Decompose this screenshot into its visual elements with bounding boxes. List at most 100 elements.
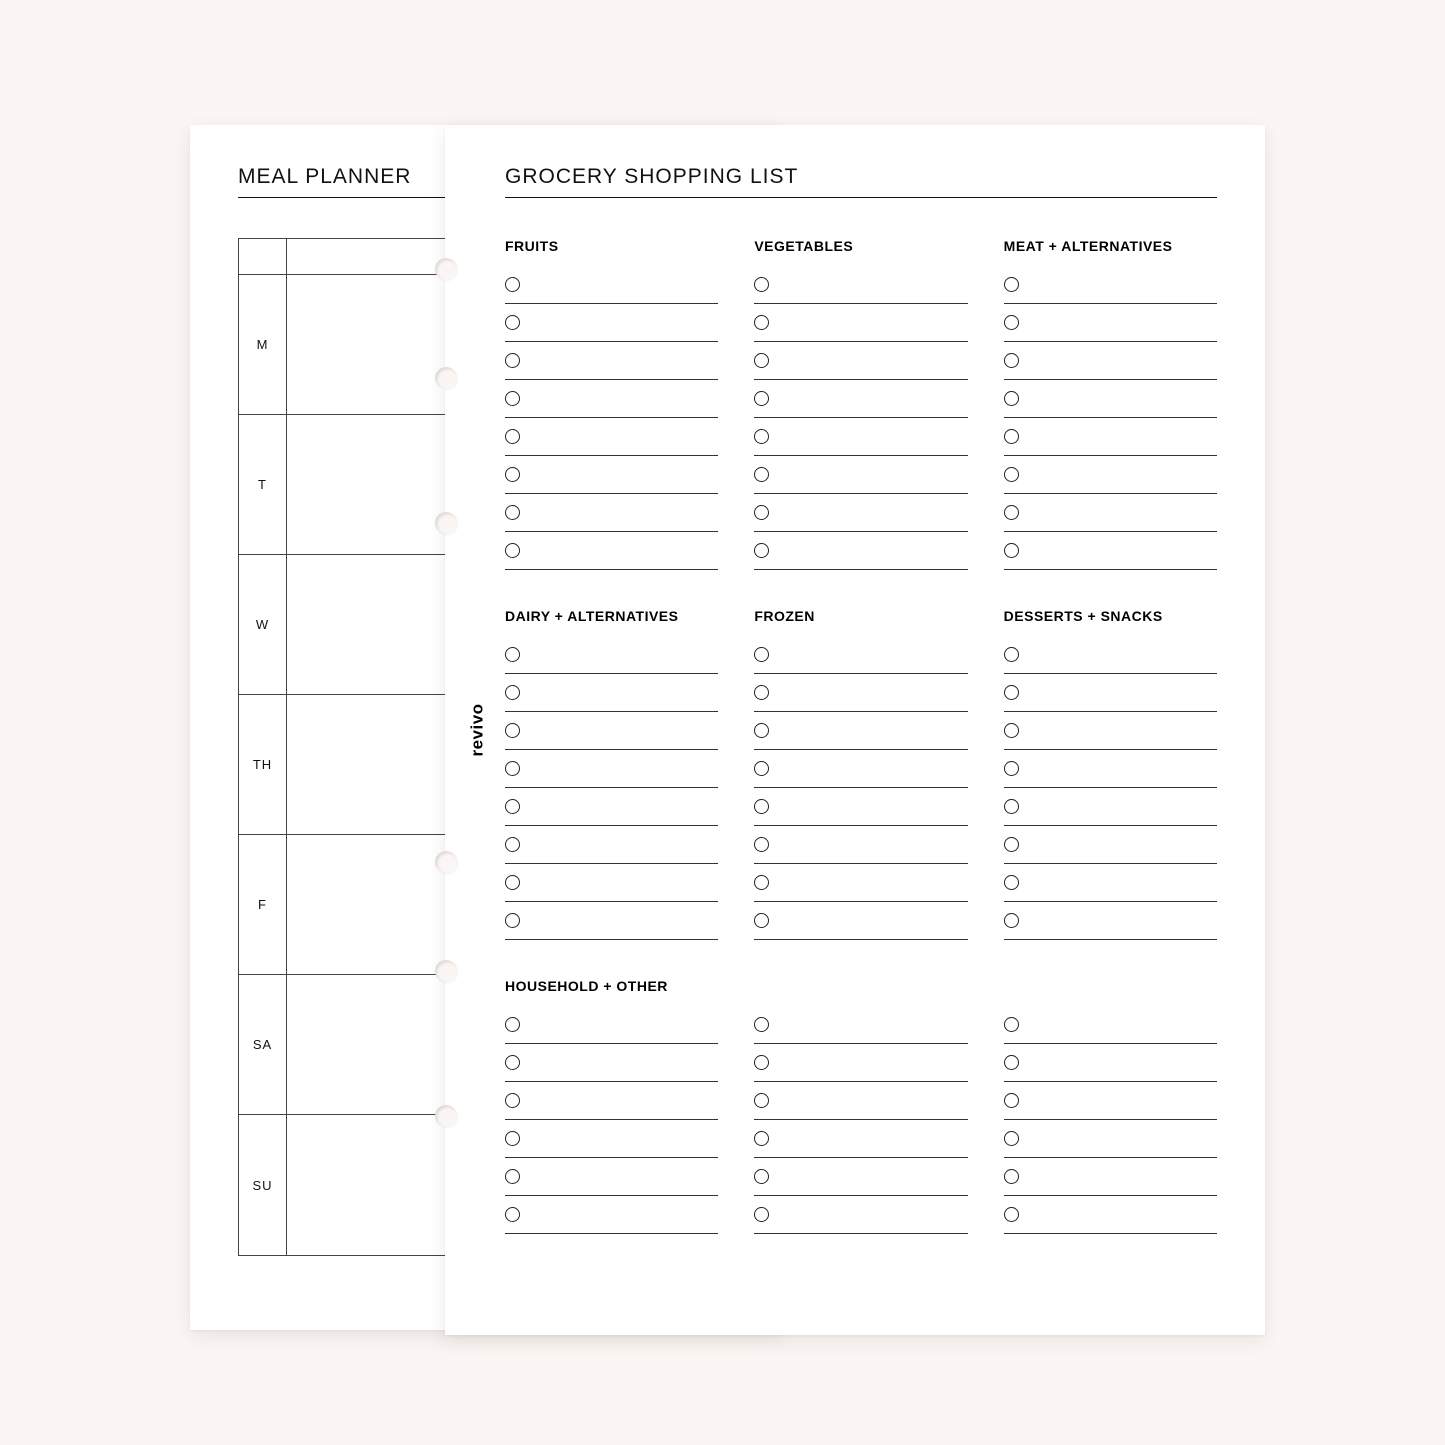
checkbox-circle-icon[interactable] xyxy=(505,391,520,406)
grocery-item-line[interactable] xyxy=(505,1044,718,1082)
grocery-item-line[interactable] xyxy=(505,864,718,902)
grocery-item-line[interactable] xyxy=(505,494,718,532)
checkbox-circle-icon[interactable] xyxy=(505,1055,520,1070)
grocery-item-line[interactable] xyxy=(505,342,718,380)
grocery-item-line[interactable] xyxy=(1004,1196,1217,1234)
checkbox-circle-icon[interactable] xyxy=(505,277,520,292)
grocery-item-line[interactable] xyxy=(505,750,718,788)
checkbox-circle-icon[interactable] xyxy=(505,543,520,558)
grocery-item-line[interactable] xyxy=(1004,1120,1217,1158)
grocery-item-line[interactable] xyxy=(505,902,718,940)
grocery-item-line[interactable] xyxy=(1004,456,1217,494)
checkbox-circle-icon[interactable] xyxy=(754,277,769,292)
grocery-item-line[interactable] xyxy=(505,304,718,342)
grocery-item-line[interactable] xyxy=(754,266,967,304)
grocery-item-line[interactable] xyxy=(1004,636,1217,674)
checkbox-circle-icon[interactable] xyxy=(1004,1131,1019,1146)
grocery-item-line[interactable] xyxy=(505,380,718,418)
grocery-item-line[interactable] xyxy=(1004,266,1217,304)
checkbox-circle-icon[interactable] xyxy=(754,353,769,368)
checkbox-circle-icon[interactable] xyxy=(754,429,769,444)
grocery-item-line[interactable] xyxy=(1004,826,1217,864)
checkbox-circle-icon[interactable] xyxy=(1004,875,1019,890)
checkbox-circle-icon[interactable] xyxy=(754,391,769,406)
grocery-item-line[interactable] xyxy=(505,456,718,494)
checkbox-circle-icon[interactable] xyxy=(505,1131,520,1146)
checkbox-circle-icon[interactable] xyxy=(505,1207,520,1222)
grocery-item-line[interactable] xyxy=(1004,1082,1217,1120)
checkbox-circle-icon[interactable] xyxy=(754,685,769,700)
grocery-item-line[interactable] xyxy=(1004,532,1217,570)
checkbox-circle-icon[interactable] xyxy=(1004,913,1019,928)
grocery-item-line[interactable] xyxy=(754,1044,967,1082)
checkbox-circle-icon[interactable] xyxy=(505,761,520,776)
checkbox-circle-icon[interactable] xyxy=(505,647,520,662)
checkbox-circle-icon[interactable] xyxy=(1004,1017,1019,1032)
grocery-item-line[interactable] xyxy=(754,826,967,864)
checkbox-circle-icon[interactable] xyxy=(505,837,520,852)
checkbox-circle-icon[interactable] xyxy=(1004,1207,1019,1222)
grocery-item-line[interactable] xyxy=(754,1006,967,1044)
checkbox-circle-icon[interactable] xyxy=(1004,837,1019,852)
grocery-item-line[interactable] xyxy=(505,418,718,456)
checkbox-circle-icon[interactable] xyxy=(1004,391,1019,406)
grocery-item-line[interactable] xyxy=(1004,674,1217,712)
grocery-item-line[interactable] xyxy=(1004,750,1217,788)
grocery-item-line[interactable] xyxy=(1004,864,1217,902)
checkbox-circle-icon[interactable] xyxy=(754,467,769,482)
grocery-item-line[interactable] xyxy=(754,1158,967,1196)
grocery-item-line[interactable] xyxy=(754,418,967,456)
checkbox-circle-icon[interactable] xyxy=(505,1017,520,1032)
grocery-item-line[interactable] xyxy=(505,266,718,304)
checkbox-circle-icon[interactable] xyxy=(1004,799,1019,814)
checkbox-circle-icon[interactable] xyxy=(1004,723,1019,738)
checkbox-circle-icon[interactable] xyxy=(754,1017,769,1032)
checkbox-circle-icon[interactable] xyxy=(505,1169,520,1184)
grocery-item-line[interactable] xyxy=(754,750,967,788)
checkbox-circle-icon[interactable] xyxy=(1004,647,1019,662)
grocery-item-line[interactable] xyxy=(1004,1044,1217,1082)
grocery-item-line[interactable] xyxy=(505,532,718,570)
checkbox-circle-icon[interactable] xyxy=(1004,429,1019,444)
checkbox-circle-icon[interactable] xyxy=(754,505,769,520)
checkbox-circle-icon[interactable] xyxy=(1004,1055,1019,1070)
checkbox-circle-icon[interactable] xyxy=(754,647,769,662)
checkbox-circle-icon[interactable] xyxy=(505,315,520,330)
grocery-item-line[interactable] xyxy=(505,826,718,864)
checkbox-circle-icon[interactable] xyxy=(754,723,769,738)
checkbox-circle-icon[interactable] xyxy=(754,315,769,330)
grocery-item-line[interactable] xyxy=(754,1082,967,1120)
grocery-item-line[interactable] xyxy=(505,788,718,826)
grocery-item-line[interactable] xyxy=(1004,1158,1217,1196)
checkbox-circle-icon[interactable] xyxy=(754,543,769,558)
checkbox-circle-icon[interactable] xyxy=(1004,543,1019,558)
grocery-item-line[interactable] xyxy=(1004,494,1217,532)
checkbox-circle-icon[interactable] xyxy=(505,685,520,700)
grocery-item-line[interactable] xyxy=(1004,380,1217,418)
grocery-item-line[interactable] xyxy=(754,304,967,342)
grocery-item-line[interactable] xyxy=(505,1082,718,1120)
grocery-item-line[interactable] xyxy=(505,674,718,712)
grocery-item-line[interactable] xyxy=(754,456,967,494)
grocery-item-line[interactable] xyxy=(505,712,718,750)
grocery-item-line[interactable] xyxy=(505,1158,718,1196)
grocery-item-line[interactable] xyxy=(754,864,967,902)
grocery-item-line[interactable] xyxy=(754,494,967,532)
checkbox-circle-icon[interactable] xyxy=(1004,1093,1019,1108)
checkbox-circle-icon[interactable] xyxy=(505,913,520,928)
checkbox-circle-icon[interactable] xyxy=(754,1131,769,1146)
grocery-item-line[interactable] xyxy=(754,1120,967,1158)
checkbox-circle-icon[interactable] xyxy=(1004,685,1019,700)
grocery-item-line[interactable] xyxy=(1004,304,1217,342)
grocery-item-line[interactable] xyxy=(754,674,967,712)
checkbox-circle-icon[interactable] xyxy=(505,467,520,482)
grocery-item-line[interactable] xyxy=(754,342,967,380)
checkbox-circle-icon[interactable] xyxy=(1004,505,1019,520)
grocery-item-line[interactable] xyxy=(754,902,967,940)
grocery-item-line[interactable] xyxy=(1004,902,1217,940)
grocery-item-line[interactable] xyxy=(505,1006,718,1044)
grocery-item-line[interactable] xyxy=(754,532,967,570)
checkbox-circle-icon[interactable] xyxy=(505,1093,520,1108)
checkbox-circle-icon[interactable] xyxy=(754,799,769,814)
checkbox-circle-icon[interactable] xyxy=(1004,315,1019,330)
